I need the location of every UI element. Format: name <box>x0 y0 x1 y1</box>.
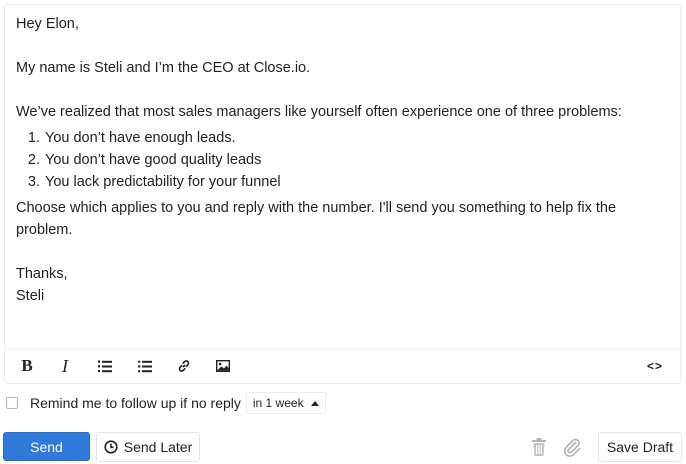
follow-up-interval-select[interactable]: in 1 week <box>245 392 326 414</box>
follow-up-interval-value: in 1 week <box>252 396 304 410</box>
email-editor[interactable]: Hey Elon, My name is Steli and I’m the C… <box>4 4 681 384</box>
problem-intro-line: We’ve realized that most sales managers … <box>16 104 622 120</box>
caret-up-icon <box>310 400 319 406</box>
email-body[interactable]: Hey Elon, My name is Steli and I’m the C… <box>16 13 670 307</box>
formatting-toolbar: B I <> <box>5 348 680 383</box>
list-item: You lack predictability for your funnel <box>44 171 670 193</box>
italic-icon[interactable]: I <box>57 356 73 376</box>
code-view-icon[interactable]: <> <box>644 357 666 375</box>
send-later-button[interactable]: Send Later <box>96 432 200 462</box>
image-icon[interactable] <box>215 357 231 375</box>
signature-line: Steli <box>16 288 45 304</box>
cta-paragraph: Choose which applies to you and reply wi… <box>16 200 617 238</box>
trash-icon[interactable] <box>531 437 547 457</box>
intro-line: My name is Steli and I’m the CEO at Clos… <box>16 60 311 76</box>
signoff-line: Thanks, <box>16 266 68 282</box>
save-draft-button[interactable]: Save Draft <box>598 432 682 462</box>
send-button[interactable]: Send <box>3 432 90 461</box>
list-item: You don’t have good quality leads <box>44 149 670 171</box>
ordered-list-icon[interactable] <box>97 357 113 375</box>
list-item: You don’t have enough leads. <box>44 127 670 149</box>
follow-up-label: Remind me to follow up if no reply <box>30 395 241 411</box>
bullet-list-icon[interactable] <box>137 357 153 375</box>
clock-icon <box>104 440 118 454</box>
send-later-label: Send Later <box>123 439 193 455</box>
bold-icon[interactable]: B <box>19 356 35 375</box>
paperclip-icon[interactable] <box>562 437 582 457</box>
greeting-line: Hey Elon, <box>16 16 79 32</box>
follow-up-checkbox[interactable] <box>6 397 18 409</box>
link-icon[interactable] <box>176 357 192 375</box>
problem-list: You don’t have enough leads. You don’t h… <box>16 127 670 193</box>
follow-up-reminder: Remind me to follow up if no reply in 1 … <box>6 392 326 414</box>
